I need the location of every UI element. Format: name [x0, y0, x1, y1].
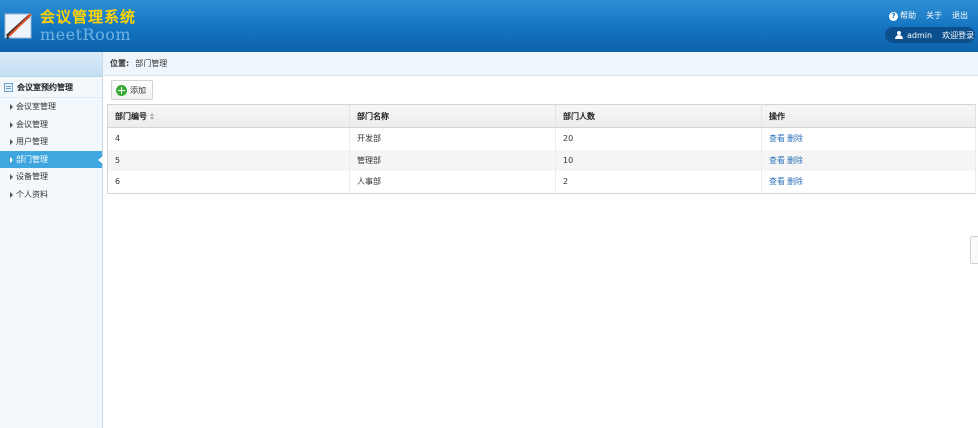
breadcrumb-current: 部门管理 [135, 59, 168, 68]
sidebar-item-user-management[interactable]: 用户管理 [0, 133, 102, 151]
app-header: 会议管理系统 meetRoom ? 帮助 关于 退出 admin 欢迎登录 [0, 0, 978, 52]
add-button[interactable]: 添加 [111, 80, 153, 100]
cell-actions: 查看 删除 [761, 149, 976, 171]
side-handle[interactable] [970, 236, 978, 264]
view-link[interactable]: 查看 [769, 134, 785, 143]
welcome-text: 欢迎登录 [942, 30, 975, 40]
sidebar-section-header[interactable]: 会议室预约管理 [0, 77, 102, 98]
column-header-count: 部门人数 [555, 104, 762, 128]
logo-icon [4, 13, 32, 39]
sidebar-item-meeting-management[interactable]: 会议管理 [0, 116, 102, 134]
delete-link[interactable]: 删除 [787, 177, 803, 186]
sidebar-item-room-management[interactable]: 会议室管理 [0, 98, 102, 116]
user-bar: admin 欢迎登录 [885, 27, 975, 43]
cell-name: 开发部 [349, 127, 556, 150]
column-header-id-label: 部门编号 [115, 111, 147, 121]
add-button-label: 添加 [130, 85, 146, 95]
cell-id: 6 [107, 171, 350, 193]
sidebar-item-department-management[interactable]: 部门管理 [0, 150, 103, 168]
cell-id: 4 [107, 127, 350, 150]
sidebar-item-equipment-management[interactable]: 设备管理 [0, 168, 102, 186]
breadcrumb: 位置: 部门管理 [103, 52, 978, 76]
cell-id: 5 [107, 149, 350, 171]
sidebar-top [0, 52, 102, 77]
column-header-actions: 操作 [761, 104, 976, 128]
delete-link[interactable]: 删除 [787, 156, 803, 165]
user-icon [895, 31, 903, 39]
sidebar-section-label: 会议室预约管理 [17, 82, 73, 92]
cell-count: 10 [555, 149, 762, 171]
view-link[interactable]: 查看 [769, 177, 785, 186]
delete-link[interactable]: 删除 [787, 134, 803, 143]
cell-count: 2 [555, 171, 762, 193]
table-row: 5 管理部 10 查看 删除 [107, 149, 976, 171]
breadcrumb-label: 位置: [110, 59, 130, 68]
cell-name: 管理部 [349, 149, 556, 171]
cell-actions: 查看 删除 [761, 171, 976, 193]
cell-count: 20 [555, 127, 762, 150]
cell-actions: 查看 删除 [761, 127, 976, 150]
column-header-name: 部门名称 [349, 104, 556, 128]
app-title: 会议管理系统 [40, 8, 137, 26]
top-links: ? 帮助 关于 退出 [889, 10, 968, 21]
sidebar-item-profile[interactable]: 个人资料 [0, 186, 102, 204]
table-row: 4 开发部 20 查看 删除 [107, 127, 976, 150]
department-table: 部门编号 部门名称 部门人数 操作 4 开发部 20 查看 删除 5 管理部 10… [107, 104, 976, 194]
column-header-id[interactable]: 部门编号 [107, 104, 350, 128]
plus-icon [116, 84, 127, 96]
help-link[interactable]: ? 帮助 [889, 10, 916, 21]
table-header-row: 部门编号 部门名称 部门人数 操作 [107, 104, 976, 128]
about-link[interactable]: 关于 [926, 10, 942, 21]
help-label: 帮助 [900, 11, 916, 20]
username: admin [907, 30, 933, 40]
list-icon [4, 82, 13, 92]
help-icon: ? [889, 12, 898, 21]
sort-icon[interactable] [150, 112, 155, 120]
logout-link[interactable]: 退出 [952, 10, 968, 21]
table-row: 6 人事部 2 查看 删除 [107, 171, 976, 193]
cell-name: 人事部 [349, 171, 556, 193]
view-link[interactable]: 查看 [769, 156, 785, 165]
sidebar: 会议室预约管理 会议室管理 会议管理 用户管理 部门管理 设备管理 个人资料 [0, 52, 103, 428]
app-subtitle: meetRoom [40, 25, 132, 44]
